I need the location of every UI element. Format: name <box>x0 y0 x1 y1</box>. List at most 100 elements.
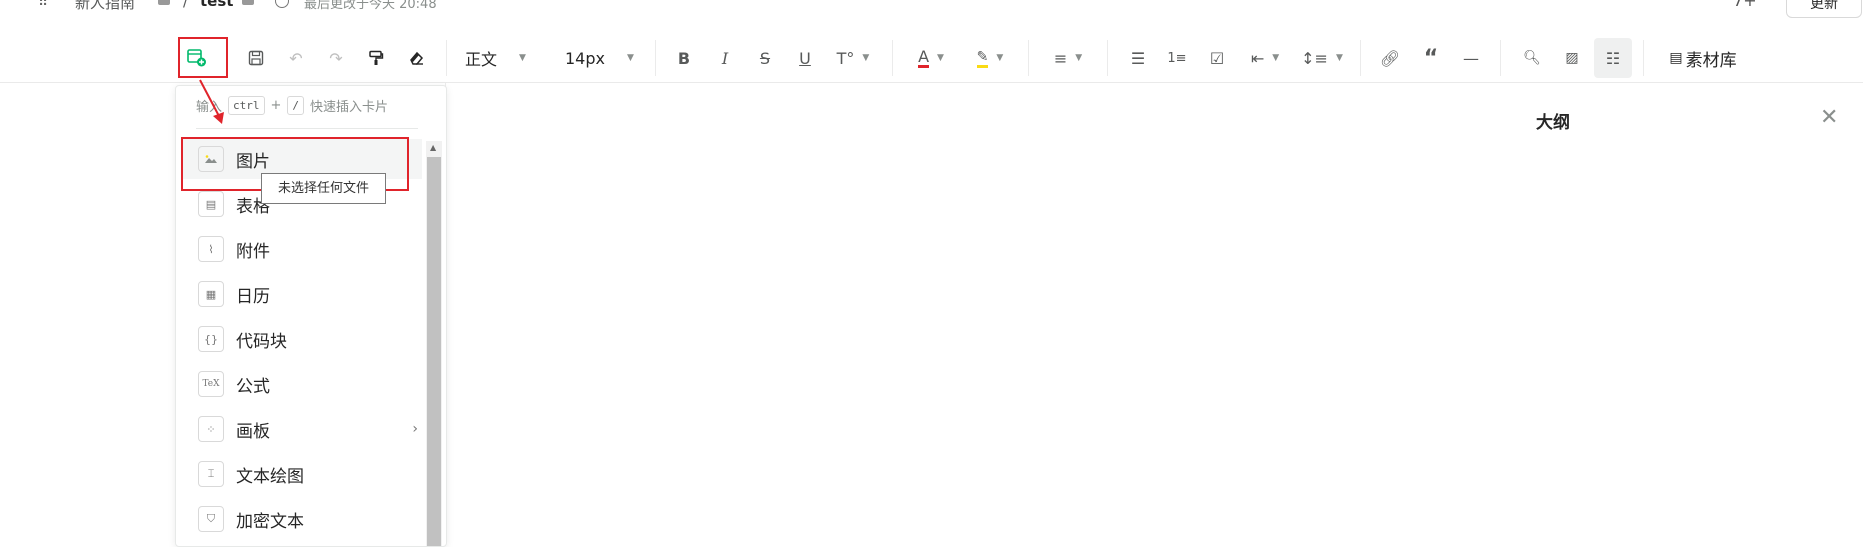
toolbar-divider <box>1107 40 1108 76</box>
code-block-icon: {} <box>198 326 224 352</box>
insert-item-attachment[interactable]: ⌇ 附件 <box>182 229 422 269</box>
breadcrumb-separator: / <box>183 0 189 10</box>
kbd-slash: / <box>287 96 305 115</box>
font-size-select[interactable]: 14px ▼ <box>565 34 640 82</box>
indent-button[interactable]: ⇤ ▼ <box>1240 34 1290 82</box>
paragraph-style-select[interactable]: 正文 ▼ <box>465 34 540 82</box>
ordered-list-icon: 1≡ <box>1167 50 1187 66</box>
editor-toolbar: ↶ ↷ 正文 ▼ 14px ▼ B I S U T° ▼ A ▼ ✎ ▼ ≡ ▼ ☰ 1≡ … <box>0 34 1863 83</box>
align-button[interactable]: ≡ ▼ <box>1043 34 1093 82</box>
chevron-down-icon: ▼ <box>1335 53 1343 63</box>
toolbar-divider <box>892 40 893 76</box>
grid-dots-icon[interactable]: ⠿ <box>38 0 48 10</box>
task-list-icon: ☑ <box>1209 48 1225 68</box>
strikethrough-button[interactable]: S <box>751 34 779 82</box>
divider-icon: — <box>1463 48 1479 68</box>
hint-suffix: 快速插入卡片 <box>310 100 389 115</box>
material-library-button[interactable]: ▤ 素材库 <box>1663 34 1743 82</box>
encrypted-text-icon: ⛉ <box>198 506 224 532</box>
insert-item-calendar[interactable]: ▦ 日历 <box>182 274 422 314</box>
insert-item-label: 加密文本 <box>236 511 304 532</box>
chevron-down-icon: ▼ <box>862 53 870 63</box>
drawing-board-icon: ⁘ <box>198 416 224 442</box>
highlight-button[interactable]: ✎ ▼ <box>965 34 1015 82</box>
eraser-icon <box>410 51 424 65</box>
share-add-button[interactable]: 7+ <box>1733 0 1757 10</box>
annotation-highlight-box <box>178 37 228 78</box>
align-icon: ≡ <box>1053 48 1068 68</box>
task-list-button[interactable]: ☑ <box>1203 34 1231 82</box>
chevron-right-icon: › <box>412 421 418 437</box>
outline-toggle-button[interactable]: ☷ <box>1594 38 1632 78</box>
format-painter-button[interactable] <box>362 34 390 82</box>
save-icon <box>248 50 264 66</box>
library-icon: ▤ <box>1669 50 1683 66</box>
undo-button[interactable]: ↶ <box>282 34 310 82</box>
text-style-icon: T° <box>836 48 855 68</box>
insert-item-encrypted-text[interactable]: ⛉ 加密文本 <box>182 499 422 539</box>
toolbar-divider <box>1643 40 1644 76</box>
insert-item-code-block[interactable]: {} 代码块 <box>182 319 422 359</box>
quote-button[interactable]: “ <box>1417 34 1445 82</box>
annotation-arrow-icon <box>199 79 224 124</box>
clear-format-button[interactable] <box>402 34 430 82</box>
file-input-tooltip: 未选择任何文件 <box>261 173 386 204</box>
underline-icon: U <box>799 48 811 68</box>
scroll-up-arrow-icon[interactable]: ▲ <box>430 143 436 152</box>
attachment-icon: ⌇ <box>198 236 224 262</box>
editor-canvas[interactable] <box>445 83 1495 540</box>
text-diagram-icon: ⌶ <box>198 461 224 487</box>
redo-icon: ↷ <box>329 48 343 68</box>
bold-button[interactable]: B <box>670 34 698 82</box>
insert-item-label: 日历 <box>236 286 270 307</box>
scrollbar-thumb[interactable] <box>427 157 441 546</box>
scrollbar[interactable]: ▲ <box>426 141 442 546</box>
link-icon: 🔗︎ <box>1379 48 1401 68</box>
insert-item-text-diagram[interactable]: ⌶ 文本绘图 <box>182 454 422 494</box>
strikethrough-icon: S <box>759 48 771 68</box>
chevron-down-icon: ▼ <box>996 53 1004 63</box>
outline-title: 大纲 <box>1536 113 1570 133</box>
link-button[interactable]: 🔗︎ <box>1376 34 1404 82</box>
underline-button[interactable]: U <box>791 34 819 82</box>
redo-button[interactable]: ↷ <box>322 34 350 82</box>
outline-toggle-icon: ☷ <box>1605 48 1621 68</box>
chevron-down-icon: ▼ <box>937 53 944 63</box>
quote-icon: “ <box>1423 45 1439 71</box>
text-style-button[interactable]: T° ▼ <box>828 34 878 82</box>
line-height-button[interactable]: ↕≡ ▼ <box>1297 34 1347 82</box>
image-insert-button[interactable]: ▨ <box>1558 34 1586 82</box>
ordered-list-button[interactable]: 1≡ <box>1163 34 1191 82</box>
highlight-icon: ✎ <box>976 49 989 68</box>
info-icon[interactable] <box>275 0 289 8</box>
insert-item-label: 画板 <box>236 421 270 442</box>
undo-icon: ↶ <box>289 48 303 68</box>
chevron-down-icon: ▼ <box>1075 53 1083 63</box>
lock-icon <box>242 0 254 5</box>
insert-item-label: 公式 <box>236 376 270 397</box>
toolbar-divider <box>1028 40 1029 76</box>
bullet-list-icon: ☰ <box>1130 48 1146 68</box>
insert-item-drawing-board[interactable]: ⁘ 画板 › <box>182 409 422 449</box>
doc-search-button[interactable]: 🔍︎ <box>1518 34 1546 82</box>
insert-item-formula[interactable]: TeX 公式 <box>182 364 422 404</box>
breadcrumb-space[interactable]: 新人指南 <box>75 0 135 13</box>
image-insert-icon: ▨ <box>1565 50 1579 66</box>
divider-button[interactable]: — <box>1457 34 1485 82</box>
insert-item-label: 附件 <box>236 241 270 262</box>
close-icon[interactable]: ✕ <box>1820 105 1838 130</box>
breadcrumb-doc[interactable]: test <box>200 0 233 10</box>
font-color-button[interactable]: A ▼ <box>906 34 956 82</box>
indent-icon: ⇤ <box>1250 48 1265 68</box>
update-button[interactable]: 更新 <box>1786 0 1862 18</box>
hint-plus: + <box>270 98 282 113</box>
toolbar-divider <box>446 40 447 76</box>
bullet-list-button[interactable]: ☰ <box>1124 34 1152 82</box>
formula-icon: TeX <box>198 371 224 397</box>
save-button[interactable] <box>242 34 270 82</box>
toolbar-divider <box>1500 40 1501 76</box>
last-updated-text: 最后更改于今天 20:48 <box>304 0 437 12</box>
chevron-down-icon: ▼ <box>1272 53 1280 63</box>
italic-button[interactable]: I <box>711 34 739 82</box>
italic-icon: I <box>721 48 729 68</box>
